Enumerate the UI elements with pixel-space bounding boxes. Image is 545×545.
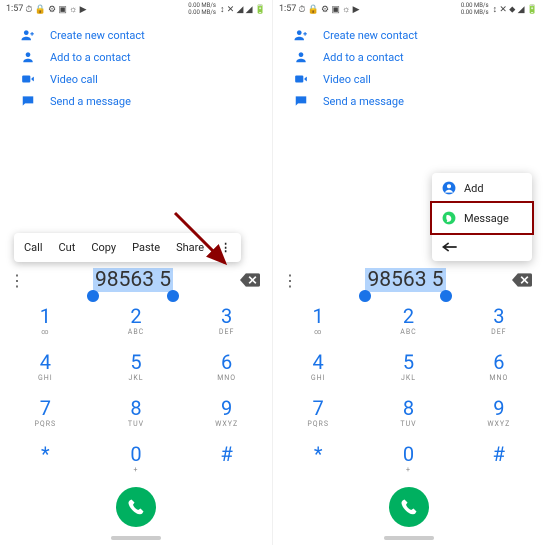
nav-bar [0, 531, 272, 545]
video-icon [293, 72, 309, 86]
status-icons-left: ⏱ 🔒 ⚙ ▣ ☼ ▶ [25, 4, 86, 15]
person-circle-icon [442, 181, 456, 195]
status-bar: 1:57 ⏱ 🔒 ⚙ ▣ ☼ ▶ 0.00 MB/s0.00 MB/s ↕ ✕ … [273, 0, 544, 18]
key-7[interactable]: 7PQRS [273, 389, 363, 435]
key-4[interactable]: 4GHI [273, 343, 363, 389]
contact-actions: Create new contact Add to a contact Vide… [273, 18, 544, 116]
create-contact-label: Create new contact [323, 29, 418, 42]
key-hash[interactable]: # [181, 435, 272, 481]
send-message[interactable]: Send a message [273, 90, 544, 112]
video-call[interactable]: Video call [273, 68, 544, 90]
person-icon [20, 50, 36, 64]
dialer-panel: Add Message ⋮ 98563 5 1∞ [273, 263, 544, 545]
create-contact-label: Create new contact [50, 29, 145, 42]
popup-back[interactable] [432, 233, 532, 261]
nav-pill[interactable] [384, 536, 434, 540]
send-message-label: Send a message [50, 95, 131, 108]
selection-handle-right[interactable] [440, 290, 452, 302]
menu-paste[interactable]: Paste [124, 237, 168, 258]
text-selection-menu: Call Cut Copy Paste Share ⋮ [14, 233, 241, 262]
key-5[interactable]: 5JKL [91, 343, 182, 389]
video-call-label: Video call [50, 73, 98, 86]
key-star[interactable]: * [0, 435, 91, 481]
video-call-label: Video call [323, 73, 371, 86]
dialed-number[interactable]: 98563 5 [93, 268, 173, 292]
status-icons-right: ↕ ✕ ◢ ◢ 🔋 [220, 4, 266, 15]
key-3[interactable]: 3DEF [454, 297, 544, 343]
status-icons-right: ↕ ✕ ⬥ ◢ 🔋 [493, 4, 538, 15]
send-message[interactable]: Send a message [0, 90, 272, 112]
video-call[interactable]: Video call [0, 68, 272, 90]
add-to-contact[interactable]: Add to a contact [0, 46, 272, 68]
number-input-row: ⋮ 98563 5 [273, 263, 544, 297]
clock: 1:57 [279, 4, 296, 14]
key-2[interactable]: 2ABC [363, 297, 453, 343]
popup-message-label: Message [464, 212, 509, 225]
backspace-icon[interactable] [512, 273, 536, 287]
key-8[interactable]: 8TUV [91, 389, 182, 435]
clock: 1:57 [6, 4, 23, 14]
phone-screen-right: 1:57 ⏱ 🔒 ⚙ ▣ ☼ ▶ 0.00 MB/s0.00 MB/s ↕ ✕ … [272, 0, 544, 545]
key-2[interactable]: 2ABC [91, 297, 182, 343]
call-button[interactable] [389, 487, 429, 527]
popup-add[interactable]: Add [432, 173, 532, 203]
popup-add-label: Add [464, 182, 484, 195]
call-button[interactable] [116, 487, 156, 527]
menu-overflow-icon[interactable]: ⋮ [212, 237, 239, 258]
status-bar: 1:57 ⏱ 🔒 ⚙ ▣ ☼ ▶ 0.00 MB/s0.00 MB/s ↕ ✕ … [0, 0, 272, 18]
more-options-icon[interactable]: ⋮ [281, 271, 299, 290]
key-6[interactable]: 6MNO [181, 343, 272, 389]
overflow-popup: Add Message [432, 173, 532, 261]
whatsapp-icon [442, 211, 456, 225]
dialed-number[interactable]: 98563 5 [365, 268, 445, 292]
menu-copy[interactable]: Copy [83, 237, 124, 258]
status-icons-left: ⏱ 🔒 ⚙ ▣ ☼ ▶ [298, 4, 359, 15]
keypad: 1∞ 2ABC 3DEF 4GHI 5JKL 6MNO 7PQRS 8TUV 9… [273, 297, 544, 481]
key-3[interactable]: 3DEF [181, 297, 272, 343]
contact-actions: Create new contact Add to a contact Vide… [0, 18, 272, 116]
key-1[interactable]: 1∞ [0, 297, 91, 343]
person-plus-icon [20, 28, 36, 42]
back-arrow-icon [442, 241, 458, 253]
key-9[interactable]: 9WXYZ [454, 389, 544, 435]
key-7[interactable]: 7PQRS [0, 389, 91, 435]
nav-bar [273, 531, 544, 545]
person-icon [293, 50, 309, 64]
key-4[interactable]: 4GHI [0, 343, 91, 389]
key-star[interactable]: * [273, 435, 363, 481]
menu-cut[interactable]: Cut [51, 237, 84, 258]
number-input-row: ⋮ 98563 5 [0, 263, 272, 297]
create-contact[interactable]: Create new contact [0, 24, 272, 46]
key-0[interactable]: 0+ [91, 435, 182, 481]
key-0[interactable]: 0+ [363, 435, 453, 481]
key-6[interactable]: 6MNO [454, 343, 544, 389]
create-contact[interactable]: Create new contact [273, 24, 544, 46]
nav-pill[interactable] [111, 536, 161, 540]
popup-message[interactable]: Message [430, 201, 534, 235]
send-message-label: Send a message [323, 95, 404, 108]
menu-call[interactable]: Call [16, 237, 51, 258]
dialer-panel: Call Cut Copy Paste Share ⋮ ⋮ 98563 5 1∞… [0, 263, 272, 545]
key-9[interactable]: 9WXYZ [181, 389, 272, 435]
keypad: 1∞ 2ABC 3DEF 4GHI 5JKL 6MNO 7PQRS 8TUV 9… [0, 297, 272, 481]
key-8[interactable]: 8TUV [363, 389, 453, 435]
add-to-contact-label: Add to a contact [323, 51, 404, 64]
key-1[interactable]: 1∞ [273, 297, 363, 343]
message-icon [20, 94, 36, 108]
person-plus-icon [293, 28, 309, 42]
add-to-contact-label: Add to a contact [50, 51, 131, 64]
video-icon [20, 72, 36, 86]
selection-handle-right[interactable] [167, 290, 179, 302]
phone-screen-left: 1:57 ⏱ 🔒 ⚙ ▣ ☼ ▶ 0.00 MB/s0.00 MB/s ↕ ✕ … [0, 0, 272, 545]
message-icon [293, 94, 309, 108]
backspace-icon[interactable] [240, 273, 264, 287]
key-hash[interactable]: # [454, 435, 544, 481]
selection-handle-left[interactable] [87, 290, 99, 302]
add-to-contact[interactable]: Add to a contact [273, 46, 544, 68]
more-options-icon[interactable]: ⋮ [8, 271, 26, 290]
menu-share[interactable]: Share [168, 237, 212, 258]
key-5[interactable]: 5JKL [363, 343, 453, 389]
